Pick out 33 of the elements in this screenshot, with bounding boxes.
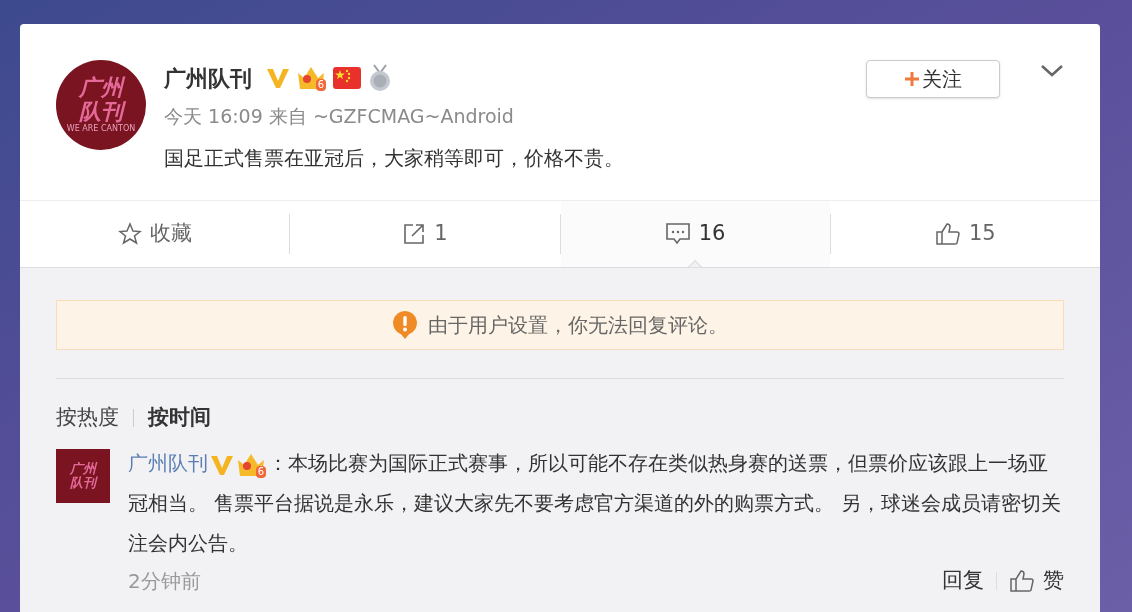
- comment-icon: [664, 222, 691, 246]
- sort-tab[interactable]: 按时间: [148, 402, 211, 434]
- verified-v-icon: [210, 453, 234, 476]
- level-number: 6: [255, 465, 266, 478]
- share-action[interactable]: 1: [290, 201, 560, 267]
- thumbs-up-icon: [1009, 568, 1035, 593]
- chevron-down-icon[interactable]: [1040, 64, 1064, 78]
- avatar-logo-text: 广州队刊: [76, 76, 126, 124]
- comment-time: 2分钟前: [128, 567, 201, 595]
- comment-action[interactable]: 16: [560, 201, 830, 267]
- avatar-logo-text: 广州队刊: [69, 462, 98, 490]
- verified-v-icon: [266, 67, 290, 89]
- post-meta: 今天 16:09 来自 ~GZFCMAG~Android: [164, 104, 515, 129]
- flag-icon: [332, 66, 362, 90]
- like-button[interactable]: 赞: [1009, 565, 1064, 597]
- follow-button[interactable]: 关注: [866, 60, 1000, 98]
- like-action[interactable]: 15: [830, 201, 1100, 267]
- sort-tab[interactable]: 按热度: [56, 402, 119, 434]
- avatar-logo-subtext: WE ARE CANTON: [66, 124, 136, 134]
- commenter-name[interactable]: 广州队刊: [128, 451, 208, 475]
- level-number: 6: [315, 79, 326, 91]
- warning-icon: [392, 310, 418, 340]
- medal-icon: [368, 64, 392, 92]
- plus-icon: [904, 71, 920, 87]
- post-text: 国足正式售票在亚冠后，大家稍等即可，价格不贵。: [164, 144, 625, 172]
- reply-link[interactable]: 回复: [942, 565, 984, 597]
- crown-icon: [296, 65, 326, 91]
- notice-text: 由于用户设置，你无法回复评论。: [428, 312, 728, 339]
- thumbs-up-icon: [935, 222, 961, 246]
- share-icon: [402, 222, 427, 246]
- star-icon: [117, 222, 142, 246]
- favorite-action[interactable]: 收藏: [20, 201, 290, 267]
- author-name: 广州队刊: [164, 64, 252, 93]
